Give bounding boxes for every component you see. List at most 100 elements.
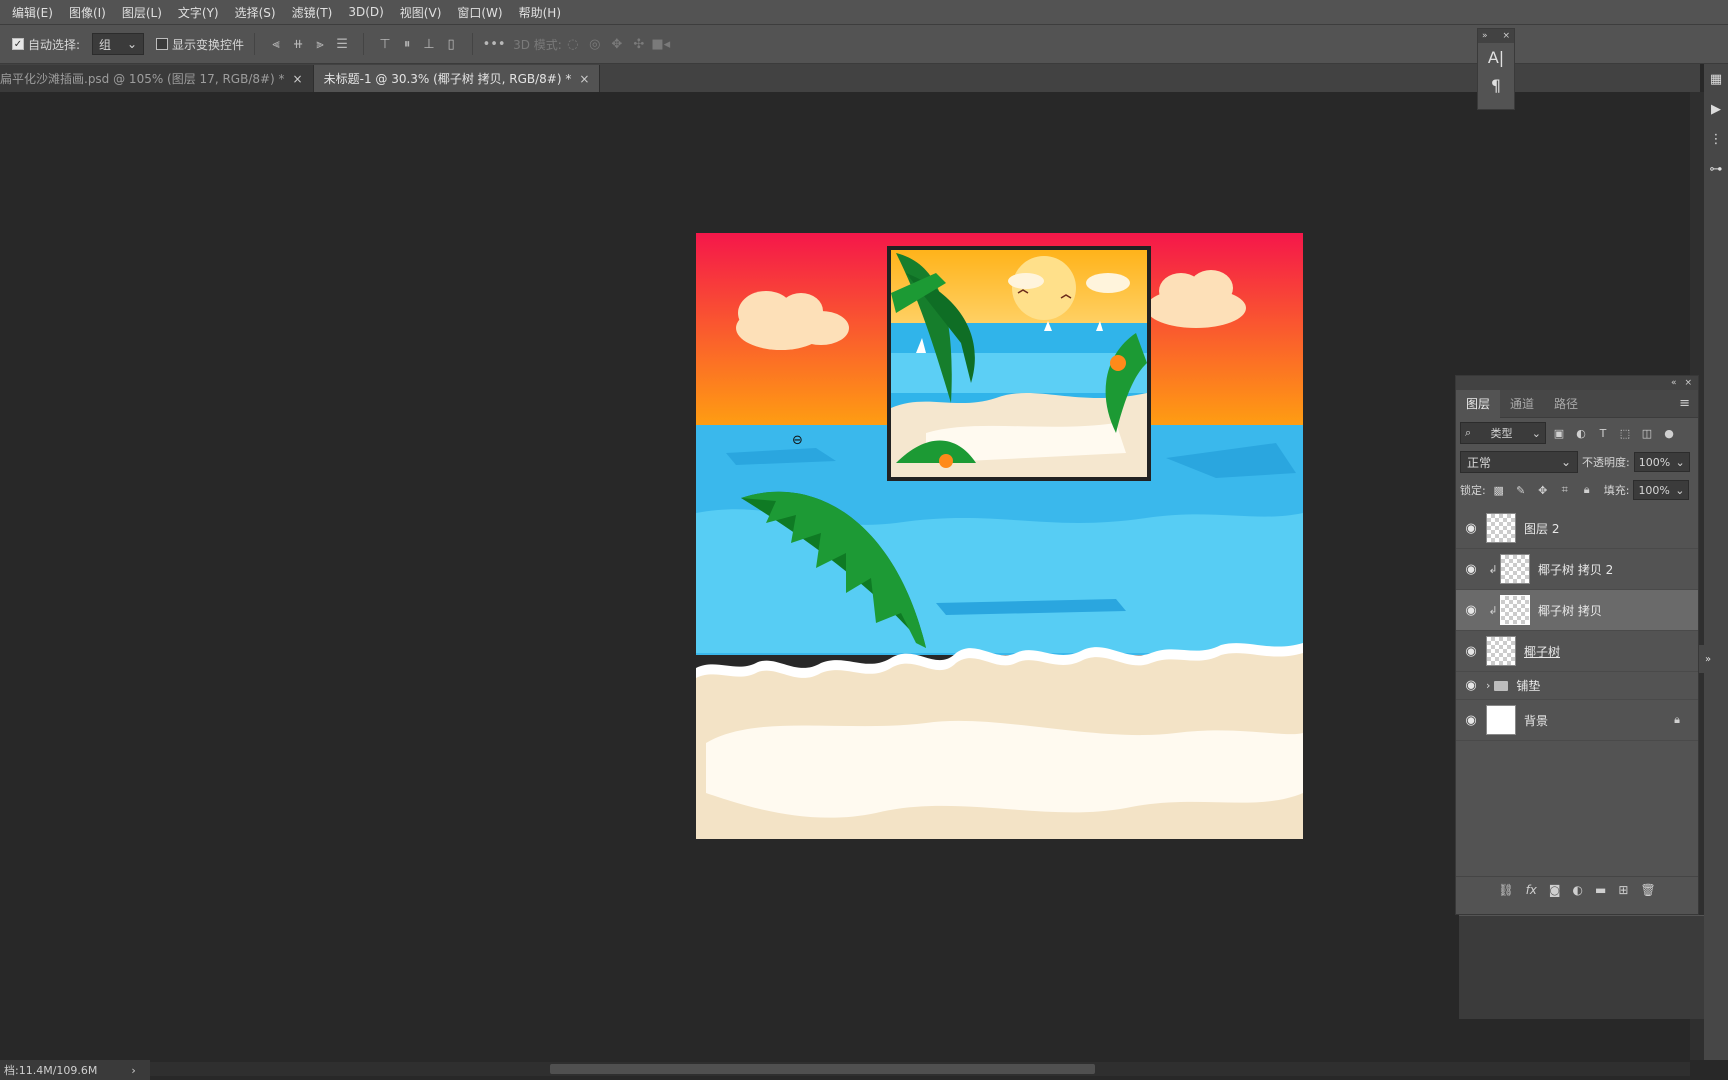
fx-icon[interactable]: fx: [1526, 883, 1537, 897]
status-bar: 档:11.4M/109.6M ›: [0, 1060, 150, 1080]
horizontal-scrollbar[interactable]: [150, 1062, 1690, 1076]
auto-select-checkbox[interactable]: ✓: [12, 38, 24, 50]
opacity-label: 不透明度:: [1582, 456, 1630, 469]
scroll-thumb[interactable]: [550, 1064, 1095, 1074]
collapse-icon[interactable]: »: [1482, 31, 1488, 41]
trash-icon[interactable]: 🗑︎: [1640, 883, 1655, 897]
link-icon[interactable]: ⛓: [1498, 883, 1513, 897]
menu-item[interactable]: 图像(I): [61, 4, 114, 21]
3d-mode-label: 3D 模式:: [513, 37, 562, 52]
3d-pan-icon[interactable]: ✥: [606, 33, 628, 55]
tab-channels[interactable]: 通道: [1500, 390, 1544, 418]
distribute-icon[interactable]: ☰: [331, 33, 353, 55]
layer-filter-dropdown[interactable]: ⌕ 类型 ⌄: [1460, 422, 1546, 444]
distribute-vertical-icon[interactable]: ▯: [440, 33, 462, 55]
clipping-arrow-icon: ↲: [1488, 603, 1498, 617]
eye-icon[interactable]: ◉: [1456, 713, 1486, 728]
folder-icon: [1494, 680, 1509, 691]
layer-thumbnail: [1486, 513, 1516, 543]
eye-icon[interactable]: ◉: [1456, 644, 1486, 659]
align-vcenter-icon[interactable]: ⏸: [396, 33, 418, 55]
panel-menu-icon[interactable]: ≡: [1679, 396, 1698, 411]
filter-type-icon[interactable]: T: [1594, 424, 1612, 442]
paragraph-icon[interactable]: ¶: [1478, 71, 1514, 99]
menu-item[interactable]: 文字(Y): [170, 4, 227, 21]
3d-orbit-icon[interactable]: ◌: [562, 33, 584, 55]
close-icon[interactable]: ×: [1502, 31, 1510, 41]
tab-flat-beach-psd[interactable]: 扁平化沙滩插画.psd @ 105% (图层 17, RGB/8#) * ×: [0, 65, 314, 92]
blend-mode-dropdown[interactable]: 正常 ⌄: [1460, 451, 1578, 473]
menu-item[interactable]: 图层(L): [114, 4, 170, 21]
eye-icon[interactable]: ◉: [1456, 521, 1486, 536]
lock-transparent-icon[interactable]: ▩: [1490, 481, 1508, 499]
tab-paths[interactable]: 路径: [1544, 390, 1588, 418]
tab-layers[interactable]: 图层: [1456, 389, 1501, 418]
3d-video-icon[interactable]: ■◂: [650, 33, 672, 55]
show-transform-label: 显示变换控件: [172, 37, 245, 52]
align-right-icon[interactable]: ⫸: [309, 33, 331, 55]
layer-name: 铺垫: [1516, 679, 1541, 693]
eye-icon[interactable]: ◉: [1456, 603, 1486, 618]
align-top-icon[interactable]: ⊤: [374, 33, 396, 55]
layer-row-selected[interactable]: ◉ ↲ 椰子树 拷贝: [1456, 590, 1698, 631]
layer-row[interactable]: ◉ ↲ 椰子树 拷贝 2: [1456, 549, 1698, 590]
document-canvas[interactable]: ⊖: [696, 233, 1303, 839]
3d-slide-icon[interactable]: ✣: [628, 33, 650, 55]
new-layer-icon[interactable]: ⊞: [1618, 883, 1628, 897]
more-options-button[interactable]: •••: [483, 33, 506, 55]
character-icon[interactable]: A|: [1478, 43, 1514, 71]
3d-roll-icon[interactable]: ◎: [584, 33, 606, 55]
brush-settings-icon[interactable]: ⋮: [1704, 124, 1728, 154]
layer-group-row[interactable]: ◉ › 铺垫: [1456, 672, 1698, 700]
close-icon[interactable]: ×: [579, 72, 589, 86]
menu-item[interactable]: 选择(S): [227, 4, 284, 21]
fill-field[interactable]: 100% ⌄: [1633, 480, 1690, 500]
lock-all-icon[interactable]: 🔒︎: [1578, 481, 1596, 499]
align-left-icon[interactable]: ⫷: [265, 33, 287, 55]
menu-item[interactable]: 滤镜(T): [284, 4, 341, 21]
adjustment-icon[interactable]: ◐: [1573, 883, 1583, 897]
menu-item[interactable]: 编辑(E): [4, 4, 61, 21]
menu-item[interactable]: 窗口(W): [449, 4, 510, 21]
collapse-icon[interactable]: «: [1671, 378, 1677, 388]
tab-label: 扁平化沙滩插画.psd @ 105% (图层 17, RGB/8#) *: [0, 72, 285, 86]
menu-item[interactable]: 视图(V): [392, 4, 450, 21]
layers-tab-strip: 图层 通道 路径 ≡: [1456, 389, 1698, 418]
chevron-right-icon[interactable]: ›: [1486, 679, 1490, 692]
filter-smart-object-icon[interactable]: ◫: [1638, 424, 1656, 442]
align-hcenter-icon[interactable]: ⧺: [287, 33, 309, 55]
filter-adjustment-icon[interactable]: ◐: [1572, 424, 1590, 442]
filter-toggle-icon[interactable]: ●: [1660, 424, 1678, 442]
align-bottom-icon[interactable]: ⊥: [418, 33, 440, 55]
auto-select-dropdown[interactable]: 组 ⌄: [92, 33, 145, 55]
layer-row-background[interactable]: ◉ 背景 🔒︎: [1456, 700, 1698, 741]
layer-row[interactable]: ◉ 图层 2: [1456, 508, 1698, 549]
close-icon[interactable]: ×: [1684, 378, 1692, 388]
layer-thumbnail: [1500, 554, 1530, 584]
opacity-field[interactable]: 100% ⌄: [1633, 452, 1690, 472]
filter-pixel-icon[interactable]: ▣: [1550, 424, 1568, 442]
lock-artboard-icon[interactable]: ⌗: [1556, 481, 1574, 499]
auto-select-toggle[interactable]: ✓ 自动选择:: [12, 36, 80, 53]
menu-item[interactable]: 帮助(H): [511, 4, 569, 21]
folder-icon[interactable]: ▬: [1595, 883, 1606, 897]
expand-panels-icon[interactable]: »: [1699, 645, 1717, 673]
actions-play-icon[interactable]: ▶: [1704, 94, 1728, 124]
show-transform-toggle[interactable]: 显示变换控件: [156, 36, 244, 53]
adjust-sliders-icon[interactable]: ⊶: [1704, 154, 1728, 184]
history-icon[interactable]: ▦: [1704, 64, 1728, 94]
lock-paint-icon[interactable]: ✎: [1512, 481, 1530, 499]
status-menu-arrow[interactable]: ›: [131, 1064, 135, 1077]
show-transform-checkbox[interactable]: [156, 38, 169, 50]
filter-shape-icon[interactable]: ⬚: [1616, 424, 1634, 442]
panel-header: » ×: [1478, 29, 1514, 43]
lock-position-icon[interactable]: ✥: [1534, 481, 1552, 499]
layer-row[interactable]: ◉ 椰子树: [1456, 631, 1698, 672]
menu-item[interactable]: 3D(D): [340, 5, 391, 19]
layer-name: 图层 2: [1524, 521, 1560, 536]
eye-icon[interactable]: ◉: [1456, 562, 1486, 577]
eye-icon[interactable]: ◉: [1456, 678, 1486, 693]
close-icon[interactable]: ×: [293, 72, 303, 86]
mask-icon[interactable]: ◙: [1549, 883, 1561, 897]
tab-untitled-1[interactable]: 未标题-1 @ 30.3% (椰子树 拷贝, RGB/8#) * ×: [313, 65, 601, 92]
